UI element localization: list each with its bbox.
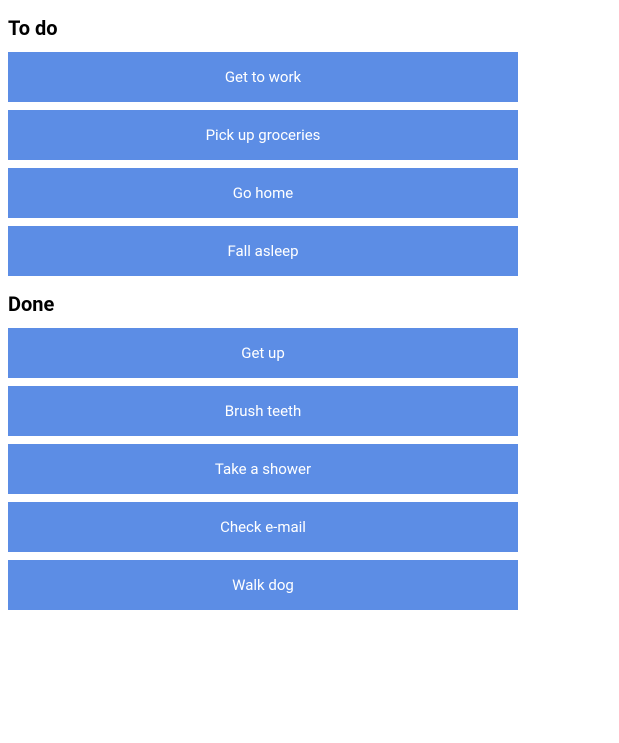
list-item[interactable]: Get up [8,328,518,378]
done-section: Done Get up Brush teeth Take a shower Ch… [8,292,611,610]
todo-list: Get to work Pick up groceries Go home Fa… [8,52,518,276]
list-item[interactable]: Take a shower [8,444,518,494]
list-item[interactable]: Go home [8,168,518,218]
list-item[interactable]: Check e-mail [8,502,518,552]
list-item[interactable]: Fall asleep [8,226,518,276]
list-item[interactable]: Get to work [8,52,518,102]
todo-section: To do Get to work Pick up groceries Go h… [8,16,611,276]
list-item[interactable]: Brush teeth [8,386,518,436]
done-list: Get up Brush teeth Take a shower Check e… [8,328,518,610]
todo-title: To do [8,16,611,40]
list-item[interactable]: Walk dog [8,560,518,610]
done-title: Done [8,292,611,316]
list-item[interactable]: Pick up groceries [8,110,518,160]
